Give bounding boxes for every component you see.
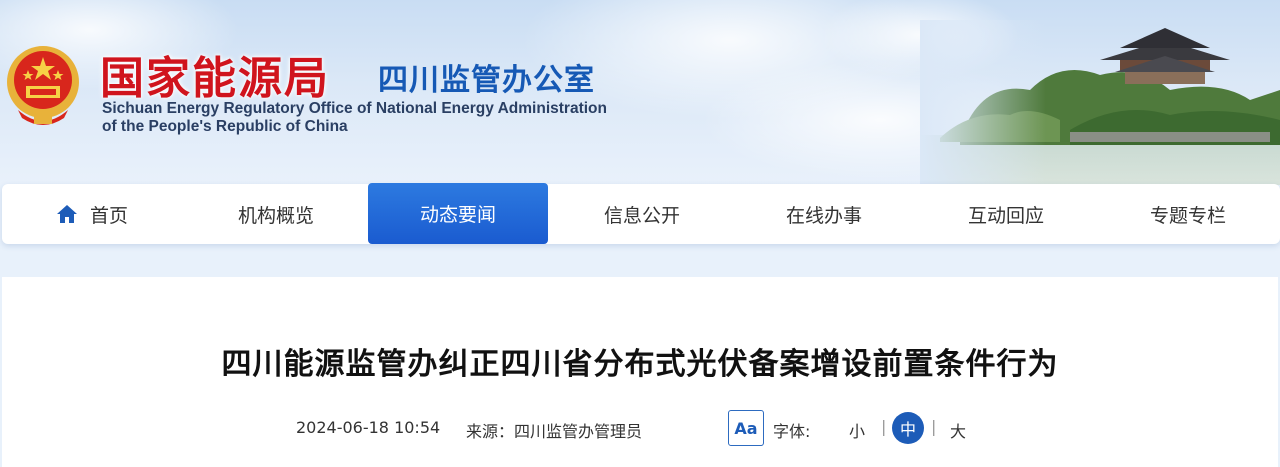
nav-item-organization[interactable]: 机构概览 [202,184,350,244]
nav-item-label: 专题专栏 [1149,204,1226,227]
nav-item-info-disclosure[interactable]: 信息公开 [568,184,716,244]
article-date: 2024-06-18 10:54 [296,418,441,437]
font-size-large-button[interactable]: 大 [950,418,966,442]
office-name-en-line1: Sichuan Energy Regulatory Office of Nati… [102,100,607,117]
font-size-icon[interactable]: Aa [728,410,764,446]
nav-item-interaction[interactable]: 互动回应 [932,184,1080,244]
national-emblem-icon [7,46,79,125]
main-nav: 首页 机构概览 动态要闻 信息公开 在线办事 互动回应 专题专栏 [2,183,1280,244]
pavilion-scenery-image [920,20,1280,185]
font-size-separator: | [931,417,937,436]
article-source: 来源：四川监管办管理员 [466,422,643,441]
article-title: 四川能源监管办纠正四川省分布式光伏备案增设前置条件行为 [221,347,1059,382]
office-name-en: Sichuan Energy Regulatory Office of Nati… [102,100,607,136]
font-size-separator: | [881,417,887,436]
nav-item-label: 互动回应 [967,204,1044,227]
office-name-cn: 四川监管办公室 [378,63,595,98]
nav-item-label: 机构概览 [237,204,314,227]
nav-item-label: 信息公开 [603,204,680,227]
nav-item-special-topics[interactable]: 专题专栏 [1114,184,1262,244]
nav-item-label: 动态要闻 [419,204,496,226]
font-size-label: 字体: [773,422,811,441]
header-banner: 国家能源局 四川监管办公室 Sichuan Energy Regulatory … [0,0,1280,185]
agency-name-cn: 国家能源局 [100,53,330,104]
nav-item-label: 首页 [89,204,128,227]
nav-item-online-services[interactable]: 在线办事 [750,184,898,244]
font-size-medium-button[interactable]: 中 [892,412,924,444]
nav-item-home[interactable]: 首页 [32,184,152,244]
office-name-en-line2: of the People's Republic of China [102,118,348,135]
home-icon [56,205,77,223]
nav-item-news[interactable]: 动态要闻 [368,183,548,244]
nav-item-label: 在线办事 [785,204,862,227]
font-size-small-button[interactable]: 小 [849,418,865,442]
